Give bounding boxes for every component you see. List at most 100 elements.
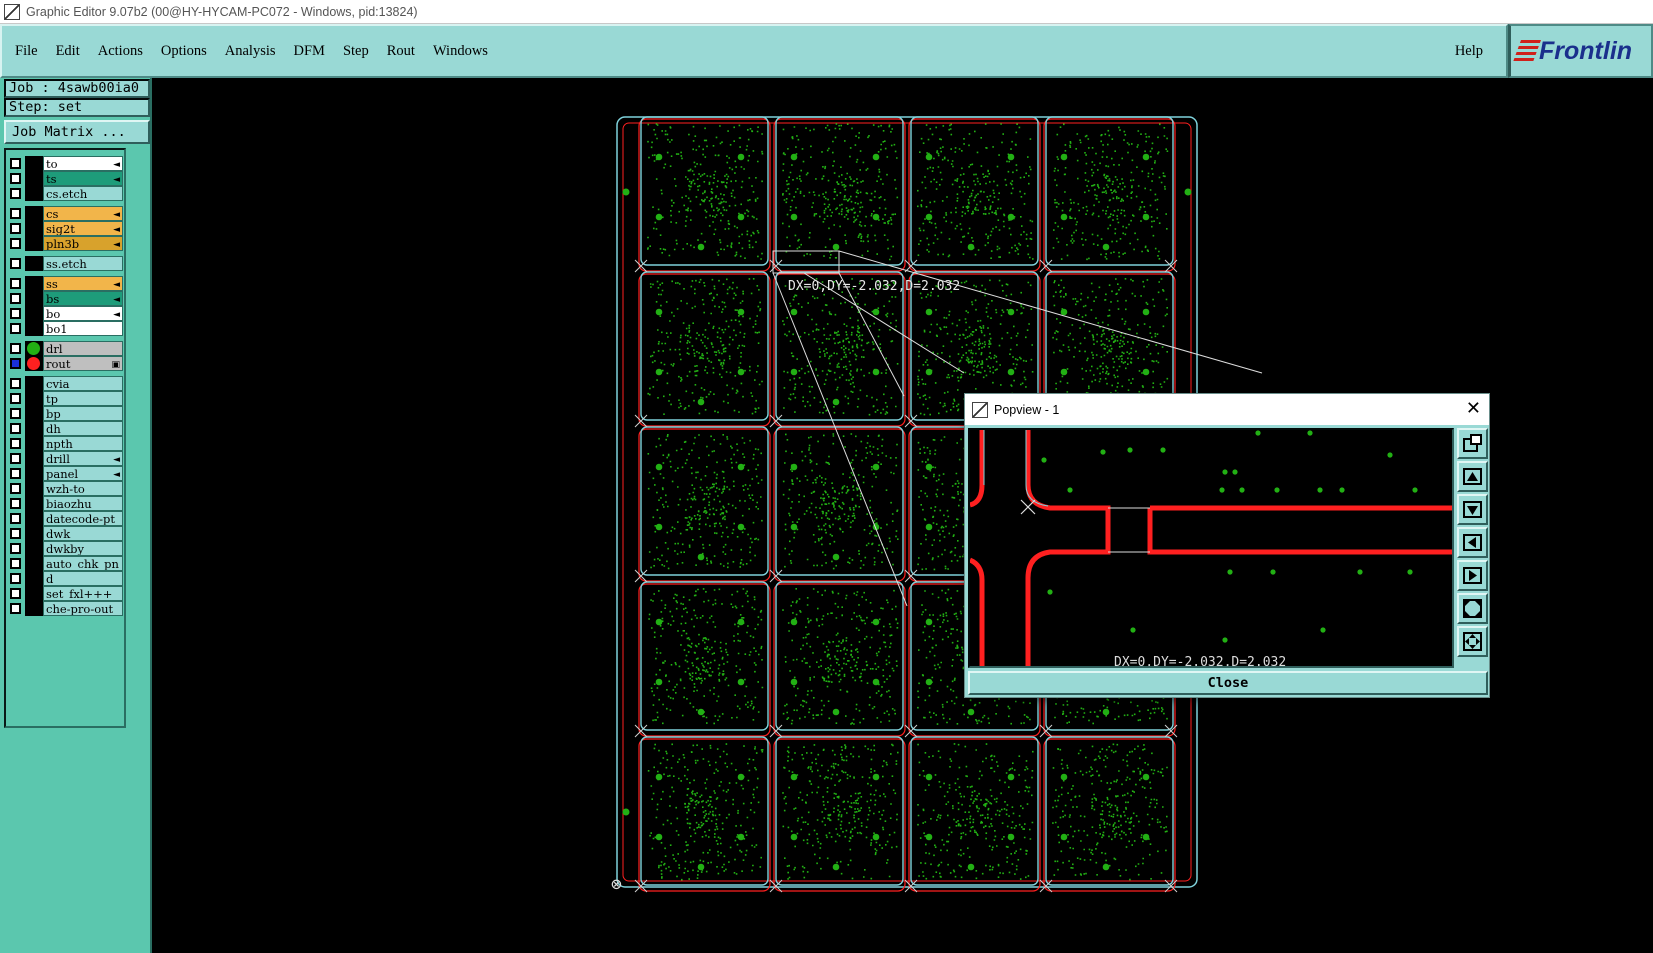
layer-name[interactable]: biaozhu bbox=[43, 496, 123, 511]
layer-name[interactable]: bo1 bbox=[43, 321, 123, 336]
layer-row-dwkby[interactable]: dwkby bbox=[8, 541, 123, 556]
menu-edit[interactable]: Edit bbox=[56, 43, 80, 60]
layer-color-swatch[interactable] bbox=[25, 586, 43, 601]
layer-row-che-pro-out[interactable]: che-pro-out bbox=[8, 601, 123, 616]
menu-rout[interactable]: Rout bbox=[387, 43, 415, 60]
layer-checkbox[interactable] bbox=[10, 378, 21, 389]
layer-checkbox[interactable] bbox=[10, 408, 21, 419]
layer-checkbox[interactable] bbox=[10, 188, 21, 199]
layer-color-swatch[interactable] bbox=[25, 496, 43, 511]
popview-zoom-view[interactable]: DX=0,DY=-2.032,D=2.032 bbox=[968, 428, 1454, 668]
layer-name[interactable]: panel ◄ bbox=[43, 466, 123, 481]
layer-color-swatch[interactable] bbox=[25, 276, 43, 291]
layer-color-swatch[interactable] bbox=[25, 541, 43, 556]
layer-name[interactable]: dh bbox=[43, 421, 123, 436]
layer-name[interactable]: sig2t ◄ bbox=[43, 221, 123, 236]
layer-row-auto-chk-pn[interactable]: auto_chk_pn bbox=[8, 556, 123, 571]
menu-options[interactable]: Options bbox=[161, 43, 207, 60]
menu-file[interactable]: File bbox=[15, 43, 38, 60]
menu-analysis[interactable]: Analysis bbox=[225, 43, 276, 60]
layer-color-swatch[interactable] bbox=[25, 571, 43, 586]
layer-checkbox[interactable] bbox=[10, 238, 21, 249]
layer-checkbox[interactable] bbox=[10, 173, 21, 184]
layer-name[interactable]: wzh-to bbox=[43, 481, 123, 496]
layer-checkbox[interactable] bbox=[10, 573, 21, 584]
layer-row-pln3b[interactable]: pln3b ◄ bbox=[8, 236, 123, 251]
layer-name[interactable]: bp bbox=[43, 406, 123, 421]
layer-row-cs-etch[interactable]: cs.etch bbox=[8, 186, 123, 201]
layer-name[interactable]: ss.etch bbox=[43, 256, 123, 271]
layer-checkbox[interactable] bbox=[10, 513, 21, 524]
layer-color-swatch[interactable] bbox=[25, 171, 43, 186]
layer-row-bo1[interactable]: bo1 bbox=[8, 321, 123, 336]
layer-color-swatch[interactable] bbox=[25, 306, 43, 321]
layer-color-swatch[interactable] bbox=[25, 511, 43, 526]
layer-name[interactable]: cs.etch bbox=[43, 186, 123, 201]
layer-color-swatch[interactable] bbox=[25, 376, 43, 391]
layer-name[interactable]: d bbox=[43, 571, 123, 586]
layer-checkbox[interactable] bbox=[10, 528, 21, 539]
layer-name[interactable]: tp bbox=[43, 391, 123, 406]
layer-name[interactable]: to ◄ bbox=[43, 156, 123, 171]
layer-checkbox[interactable] bbox=[10, 393, 21, 404]
layer-row-panel[interactable]: panel ◄ bbox=[8, 466, 123, 481]
layer-row-npth[interactable]: npth bbox=[8, 436, 123, 451]
layer-checkbox[interactable] bbox=[10, 438, 21, 449]
layer-row-bp[interactable]: bp bbox=[8, 406, 123, 421]
layer-name[interactable]: npth bbox=[43, 436, 123, 451]
menu-step[interactable]: Step bbox=[343, 43, 369, 60]
layer-checkbox[interactable] bbox=[10, 343, 21, 354]
layer-checkbox[interactable] bbox=[10, 208, 21, 219]
layer-checkbox[interactable] bbox=[10, 423, 21, 434]
layer-name[interactable]: ss ◄ bbox=[43, 276, 123, 291]
layer-name[interactable]: rout ▣ bbox=[43, 356, 123, 371]
layer-row-rout[interactable]: rout ▣ bbox=[8, 356, 123, 371]
layer-color-swatch[interactable] bbox=[25, 206, 43, 221]
layer-name[interactable]: dwkby bbox=[43, 541, 123, 556]
layer-color-swatch[interactable] bbox=[25, 291, 43, 306]
layer-name[interactable]: che-pro-out bbox=[43, 601, 123, 616]
layer-name[interactable]: pln3b ◄ bbox=[43, 236, 123, 251]
layer-checkbox[interactable] bbox=[10, 323, 21, 334]
layer-checkbox[interactable] bbox=[10, 278, 21, 289]
layer-name[interactable]: drl bbox=[43, 341, 123, 356]
layer-checkbox[interactable] bbox=[10, 358, 21, 369]
layer-name[interactable]: ts ◄ bbox=[43, 171, 123, 186]
layer-color-swatch[interactable] bbox=[25, 601, 43, 616]
layer-checkbox[interactable] bbox=[10, 223, 21, 234]
layer-name[interactable]: bo ◄ bbox=[43, 306, 123, 321]
layer-row-ss[interactable]: ss ◄ bbox=[8, 276, 123, 291]
layer-color-swatch[interactable] bbox=[25, 421, 43, 436]
layer-name[interactable]: cvia bbox=[43, 376, 123, 391]
layer-color-swatch[interactable] bbox=[25, 321, 43, 336]
layer-checkbox[interactable] bbox=[10, 158, 21, 169]
layer-name[interactable]: auto_chk_pn bbox=[43, 556, 123, 571]
layer-row-biaozhu[interactable]: biaozhu bbox=[8, 496, 123, 511]
layer-row-set-fxl-[interactable]: set_fxl+++ bbox=[8, 586, 123, 601]
layer-checkbox[interactable] bbox=[10, 293, 21, 304]
layer-checkbox[interactable] bbox=[10, 498, 21, 509]
layer-row-ss-etch[interactable]: ss.etch bbox=[8, 256, 123, 271]
layer-name[interactable]: cs ◄ bbox=[43, 206, 123, 221]
layer-color-swatch[interactable] bbox=[25, 256, 43, 271]
layer-row-wzh-to[interactable]: wzh-to bbox=[8, 481, 123, 496]
zoom-in-icon[interactable] bbox=[1457, 593, 1488, 624]
menu-help[interactable]: Help bbox=[1455, 43, 1483, 60]
layer-row-dwk[interactable]: dwk bbox=[8, 526, 123, 541]
layer-row-cvia[interactable]: cvia bbox=[8, 376, 123, 391]
layer-color-swatch[interactable] bbox=[25, 451, 43, 466]
job-matrix-button[interactable]: Job Matrix ... bbox=[4, 120, 150, 144]
layer-row-tp[interactable]: tp bbox=[8, 391, 123, 406]
pan-right-icon[interactable] bbox=[1457, 560, 1488, 591]
layer-color-swatch[interactable] bbox=[25, 436, 43, 451]
zoom-window-icon[interactable] bbox=[1457, 428, 1488, 459]
menu-dfm[interactable]: DFM bbox=[294, 43, 325, 60]
layer-checkbox[interactable] bbox=[10, 468, 21, 479]
layer-name[interactable]: bs ◄ bbox=[43, 291, 123, 306]
pan-left-icon[interactable] bbox=[1457, 527, 1488, 558]
layer-color-swatch[interactable] bbox=[25, 526, 43, 541]
layer-color-swatch[interactable] bbox=[25, 186, 43, 201]
layer-color-swatch[interactable] bbox=[25, 156, 43, 171]
layer-color-swatch[interactable] bbox=[25, 556, 43, 571]
layer-name[interactable]: set_fxl+++ bbox=[43, 586, 123, 601]
